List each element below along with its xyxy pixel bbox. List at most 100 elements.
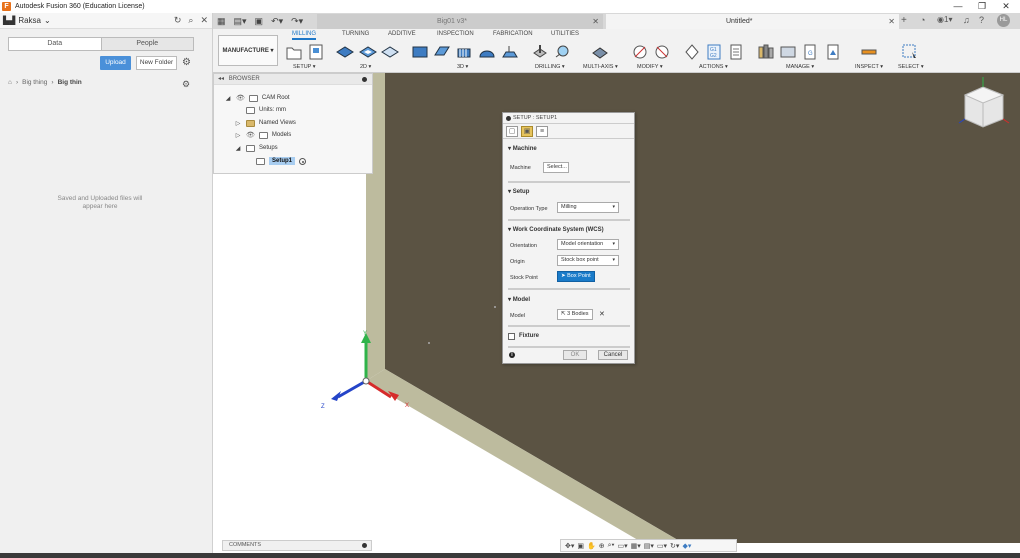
swarf-icon[interactable] [591, 43, 609, 61]
group-actions[interactable]: ACTIONS ▾ [699, 64, 728, 70]
group-multi-axis[interactable]: MULTI-AXIS ▾ [583, 64, 618, 70]
folder-settings-icon[interactable]: ⚙ [182, 79, 190, 90]
user-avatar[interactable]: HL [997, 14, 1010, 27]
undo-icon[interactable]: ↶▾ [271, 16, 283, 27]
orientation-select[interactable]: Model orientation ▾ [557, 239, 619, 250]
tab-turning[interactable]: TURNING [342, 31, 369, 37]
fit-icon[interactable]: ⌕▾ [608, 542, 615, 550]
3d-pocket-icon[interactable] [433, 43, 451, 61]
parallel-icon[interactable] [455, 43, 473, 61]
comments-panel[interactable]: COMMENTS [222, 540, 372, 551]
info-icon[interactable]: i [509, 352, 515, 358]
close-tab-icon[interactable]: ✕ [888, 14, 895, 29]
data-panel-grid-icon[interactable]: ▦ [217, 16, 226, 27]
tree-item-models[interactable]: ▷ 👁 Models [234, 129, 291, 141]
orbit-icon[interactable]: ✥▾ [565, 542, 574, 550]
file-menu-icon[interactable]: ▤▾ [234, 16, 247, 27]
maximize-button[interactable]: ❐ [970, 0, 994, 13]
collapsed-triangle-icon[interactable]: ▷ [234, 132, 242, 139]
home-icon[interactable]: ⌂ [8, 79, 12, 86]
new-setup-icon[interactable] [285, 43, 303, 61]
workspace-switcher[interactable]: MANUFACTURE ▾ [218, 35, 278, 66]
look-at-icon[interactable]: ▣ [577, 542, 584, 550]
contour-icon[interactable] [501, 43, 519, 61]
machine-library-icon[interactable] [779, 43, 797, 61]
browser-options-icon[interactable] [362, 77, 367, 82]
pan-icon[interactable]: ✋ [587, 542, 596, 550]
grid-settings-icon[interactable]: ▦▾ [631, 542, 641, 550]
search-icon[interactable]: ⌕ [188, 15, 193, 26]
fixture-checkbox[interactable] [508, 333, 515, 340]
stock-point-button[interactable]: ➤ Box Point [557, 271, 595, 282]
tree-item-named-views[interactable]: ▷ Named Views [234, 117, 296, 129]
simulate-icon[interactable] [683, 43, 701, 61]
expanded-triangle-icon[interactable]: ◢ [224, 95, 232, 102]
activate-target-icon[interactable] [299, 157, 307, 165]
2d-pocket-icon[interactable] [359, 43, 377, 61]
group-modify[interactable]: MODIFY ▾ [637, 64, 663, 70]
tab-utilities[interactable]: UTILITIES [551, 31, 579, 37]
tab-additive[interactable]: ADDITIVE [388, 31, 416, 37]
section-model-header[interactable]: ▾ Model [508, 296, 530, 303]
post-library-icon[interactable]: G [801, 43, 819, 61]
face-icon[interactable] [381, 43, 399, 61]
team-selector[interactable]: ▙▟ Raksa ⌄ [3, 16, 51, 25]
close-panel-icon[interactable]: ✕ [200, 15, 208, 26]
3d-adaptive-icon[interactable] [411, 43, 429, 61]
group-manage[interactable]: MANAGE ▾ [786, 64, 814, 70]
tab-setup-icon[interactable]: ▢ [506, 126, 518, 137]
viewports-icon[interactable]: ▤▾ [644, 542, 654, 550]
group-2d[interactable]: 2D ▾ [360, 64, 371, 70]
group-drilling[interactable]: DRILLING ▾ [535, 64, 565, 70]
tree-item-setups[interactable]: ◢ Setups [234, 142, 278, 154]
tab-untitled[interactable]: Untitled* ✕ [606, 14, 899, 29]
section-setup-header[interactable]: ▾ Setup [508, 188, 529, 195]
tab-big01[interactable]: Big01 v3* ✕ [317, 14, 603, 29]
display-settings-icon[interactable]: ▭▾ [617, 542, 627, 550]
gear-icon[interactable]: ⚙ [182, 57, 191, 68]
redo-icon[interactable]: ↷▾ [291, 16, 303, 27]
effects-icon[interactable]: ◆▾ [682, 542, 691, 550]
breadcrumb-project[interactable]: Big thing [22, 79, 47, 86]
environment-icon[interactable]: ▭▾ [657, 542, 667, 550]
tree-item-cam-root[interactable]: ◢ 👁 CAM Root [224, 92, 290, 104]
tab-milling[interactable]: MILLING [292, 31, 317, 40]
expanded-triangle-icon[interactable]: ◢ [234, 145, 242, 152]
template-library-icon[interactable] [824, 43, 842, 61]
minimize-button[interactable]: — [946, 0, 970, 13]
new-tab-icon[interactable]: + [901, 15, 907, 26]
model-selection-button[interactable]: ⇱ 3 Bodies [557, 309, 593, 320]
save-icon[interactable]: ▣ [255, 16, 264, 27]
section-wcs-header[interactable]: ▾ Work Coordinate System (WCS) [508, 226, 604, 233]
refresh-view-icon[interactable]: ↻▾ [670, 542, 679, 550]
close-window-button[interactable]: ✕ [994, 0, 1018, 13]
group-select[interactable]: SELECT ▾ [898, 64, 924, 70]
edit-toolpath-icon[interactable] [631, 43, 649, 61]
select-icon[interactable] [901, 43, 919, 61]
collapsed-triangle-icon[interactable]: ▷ [234, 120, 242, 127]
tree-item-setup1[interactable]: Setup1 [256, 155, 307, 167]
tab-inspection[interactable]: INSPECTION [437, 31, 474, 37]
tab-post-process-icon[interactable]: ≡ [536, 126, 548, 137]
notifications-icon[interactable]: ♫ [963, 15, 970, 25]
machine-select-button[interactable]: Select... [543, 162, 569, 173]
refresh-icon[interactable]: ↻ [174, 15, 182, 26]
tool-library-icon[interactable] [757, 43, 775, 61]
collapse-icon[interactable]: ◂◂ [218, 76, 224, 82]
zoom-icon[interactable]: ⊕ [599, 542, 605, 550]
hole-recognition-icon[interactable] [553, 43, 571, 61]
2d-adaptive-icon[interactable] [336, 43, 354, 61]
drill-icon[interactable] [531, 43, 549, 61]
tree-item-units[interactable]: Units: mm [246, 104, 286, 116]
section-machine-header[interactable]: ▾ Machine [508, 145, 537, 152]
tab-stock-icon[interactable]: ▣ [521, 126, 533, 137]
trim-icon[interactable] [653, 43, 671, 61]
help-icon[interactable]: ? [979, 15, 984, 25]
tab-fabrication[interactable]: FABRICATION [493, 31, 533, 37]
group-setup[interactable]: SETUP ▾ [293, 64, 316, 70]
ok-button[interactable]: OK [563, 350, 587, 360]
comments-options-icon[interactable] [362, 543, 367, 548]
wcs-origin[interactable] [362, 377, 370, 385]
group-inspect[interactable]: INSPECT ▾ [855, 64, 883, 70]
job-status-icon[interactable]: ◉1▾ [937, 15, 952, 24]
